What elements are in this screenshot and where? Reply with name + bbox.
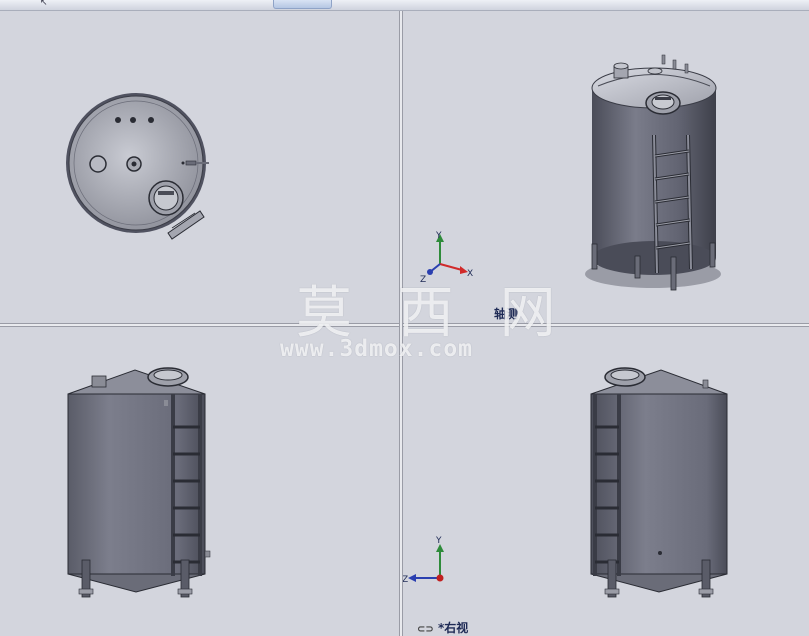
vertical-viewport-splitter[interactable]	[399, 11, 403, 636]
reference-triad-right: Y Z	[402, 536, 444, 585]
x-axis-icon	[436, 574, 444, 582]
cursor-icon: ↖	[40, 0, 48, 8]
triad-y-label: Y	[435, 231, 442, 241]
triad-x-label: X	[467, 269, 473, 279]
horizontal-viewport-splitter[interactable]	[0, 323, 809, 327]
viewport-right-view[interactable]: ⊂⊃ *右视	[403, 327, 809, 636]
tank-top-view	[66, 93, 209, 240]
tank-right-view	[590, 367, 728, 598]
viewport-top-view[interactable]	[0, 11, 399, 323]
link-views-icon[interactable]: ⊂⊃	[417, 624, 434, 635]
z-axis-arrow-icon	[408, 574, 416, 582]
active-document-tab[interactable]	[273, 0, 332, 9]
triad-y-label: Y	[435, 536, 442, 546]
reference-triad-isometric: Y X Z	[420, 231, 473, 285]
viewport-label-isometric: 轴测	[494, 307, 519, 321]
z-axis-icon	[427, 269, 433, 275]
viewport-label-right: ⊂⊃ *右视	[417, 619, 468, 636]
triad-z-label: Z	[420, 275, 426, 285]
tank-front-view	[67, 367, 211, 598]
viewport-front-view[interactable]	[0, 327, 399, 636]
viewport-label-text: *右视	[437, 621, 469, 635]
title-strip: ↖	[0, 0, 809, 11]
